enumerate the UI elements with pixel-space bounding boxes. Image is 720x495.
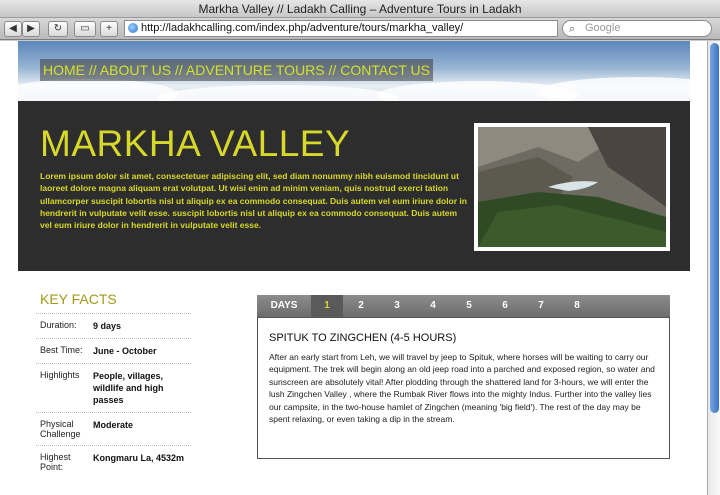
nav-separator: // bbox=[324, 62, 341, 78]
valley-photo bbox=[474, 123, 670, 251]
nav-about-us[interactable]: ABOUT US bbox=[100, 62, 171, 78]
itinerary-panel: SPITUK TO ZINGCHEN (4-5 HOURS) After an … bbox=[257, 317, 670, 459]
nav-separator: // bbox=[171, 62, 186, 78]
address-bar[interactable]: http://ladakhcalling.com/index.php/adven… bbox=[124, 20, 558, 37]
main-nav: HOME // ABOUT US // ADVENTURE TOURS // C… bbox=[40, 59, 433, 81]
key-fact-value: Kongmaru La, 4532m bbox=[93, 453, 185, 463]
hero-description: Lorem ipsum dolor sit amet, consectetuer… bbox=[40, 171, 467, 231]
tab-day-7[interactable]: 7 bbox=[523, 295, 559, 317]
key-fact-row: Duration: 9 days bbox=[36, 313, 191, 338]
key-fact-value: June - October bbox=[93, 346, 157, 356]
content-section: KEY FACTS Duration: 9 days Best Time: Ju… bbox=[18, 271, 690, 495]
tab-day-5[interactable]: 5 bbox=[451, 295, 487, 317]
tab-day-8[interactable]: 8 bbox=[559, 295, 595, 317]
nav-home[interactable]: HOME bbox=[43, 62, 85, 78]
nav-contact-us[interactable]: CONTACT US bbox=[340, 62, 430, 78]
window-title: Markha Valley // Ladakh Calling – Advent… bbox=[198, 2, 522, 16]
key-fact-row: Best Time: June - October bbox=[36, 338, 191, 363]
search-field[interactable]: ⌕ Google bbox=[562, 20, 712, 37]
browser-toolbar: ◀ ▶ ↻ ▭ + http://ladakhcalling.com/index… bbox=[0, 18, 720, 40]
key-fact-value: 9 days bbox=[93, 321, 122, 331]
itinerary-day-tabs: DAYS 1 2 3 4 5 6 7 8 bbox=[257, 295, 670, 317]
add-bookmark-icon[interactable]: + bbox=[100, 21, 118, 37]
site-container: HOME // ABOUT US // ADVENTURE TOURS // C… bbox=[18, 41, 690, 495]
key-fact-label: Best Time: bbox=[40, 345, 83, 355]
itinerary-body: After an early start from Leh, we will t… bbox=[269, 352, 655, 425]
nav-adventure-tours[interactable]: ADVENTURE TOURS bbox=[186, 62, 325, 78]
key-fact-value: People, villages, wildlife and high pass… bbox=[93, 371, 164, 405]
key-facts-title: KEY FACTS bbox=[40, 291, 117, 307]
search-icon: ⌕ bbox=[569, 23, 576, 35]
itinerary-heading: SPITUK TO ZINGCHEN (4-5 HOURS) bbox=[269, 332, 457, 344]
forward-arrow-icon[interactable]: ▶ bbox=[22, 21, 40, 37]
days-label: DAYS bbox=[270, 300, 298, 311]
tab-day-3[interactable]: 3 bbox=[379, 295, 415, 317]
search-placeholder: Google bbox=[585, 22, 621, 34]
key-fact-label: Duration: bbox=[40, 320, 77, 330]
scrollbar-thumb[interactable] bbox=[710, 43, 719, 413]
key-fact-label: Physical Challenge bbox=[40, 419, 81, 439]
window-title-bar: Markha Valley // Ladakh Calling – Advent… bbox=[0, 0, 720, 18]
key-fact-row: Physical Challenge Moderate bbox=[36, 412, 191, 445]
screenshot-icon[interactable]: ▭ bbox=[74, 21, 96, 37]
tab-day-4[interactable]: 4 bbox=[415, 295, 451, 317]
hero-section: MARKHA VALLEY Lorem ipsum dolor sit amet… bbox=[18, 101, 690, 271]
back-arrow-icon[interactable]: ◀ bbox=[4, 21, 22, 37]
key-facts-table: Duration: 9 days Best Time: June - Octob… bbox=[36, 313, 191, 478]
tab-day-2[interactable]: 2 bbox=[343, 295, 379, 317]
header-banner: HOME // ABOUT US // ADVENTURE TOURS // C… bbox=[18, 41, 690, 101]
key-fact-row: Highlights People, villages, wildlife an… bbox=[36, 363, 191, 412]
vertical-scrollbar[interactable] bbox=[707, 41, 720, 495]
tab-day-1[interactable]: 1 bbox=[311, 295, 343, 317]
key-fact-label: Highest Point: bbox=[40, 452, 71, 472]
key-fact-label: Highlights bbox=[40, 370, 80, 380]
tab-day-6[interactable]: 6 bbox=[487, 295, 523, 317]
globe-icon bbox=[128, 23, 138, 33]
nav-separator: // bbox=[85, 62, 100, 78]
key-fact-row: Highest Point: Kongmaru La, 4532m bbox=[36, 445, 191, 478]
page-viewport: HOME // ABOUT US // ADVENTURE TOURS // C… bbox=[0, 41, 707, 495]
reload-icon[interactable]: ↻ bbox=[48, 21, 68, 37]
key-fact-value: Moderate bbox=[93, 420, 134, 430]
url-text: http://ladakhcalling.com/index.php/adven… bbox=[141, 22, 464, 34]
page-title: MARKHA VALLEY bbox=[40, 123, 351, 164]
